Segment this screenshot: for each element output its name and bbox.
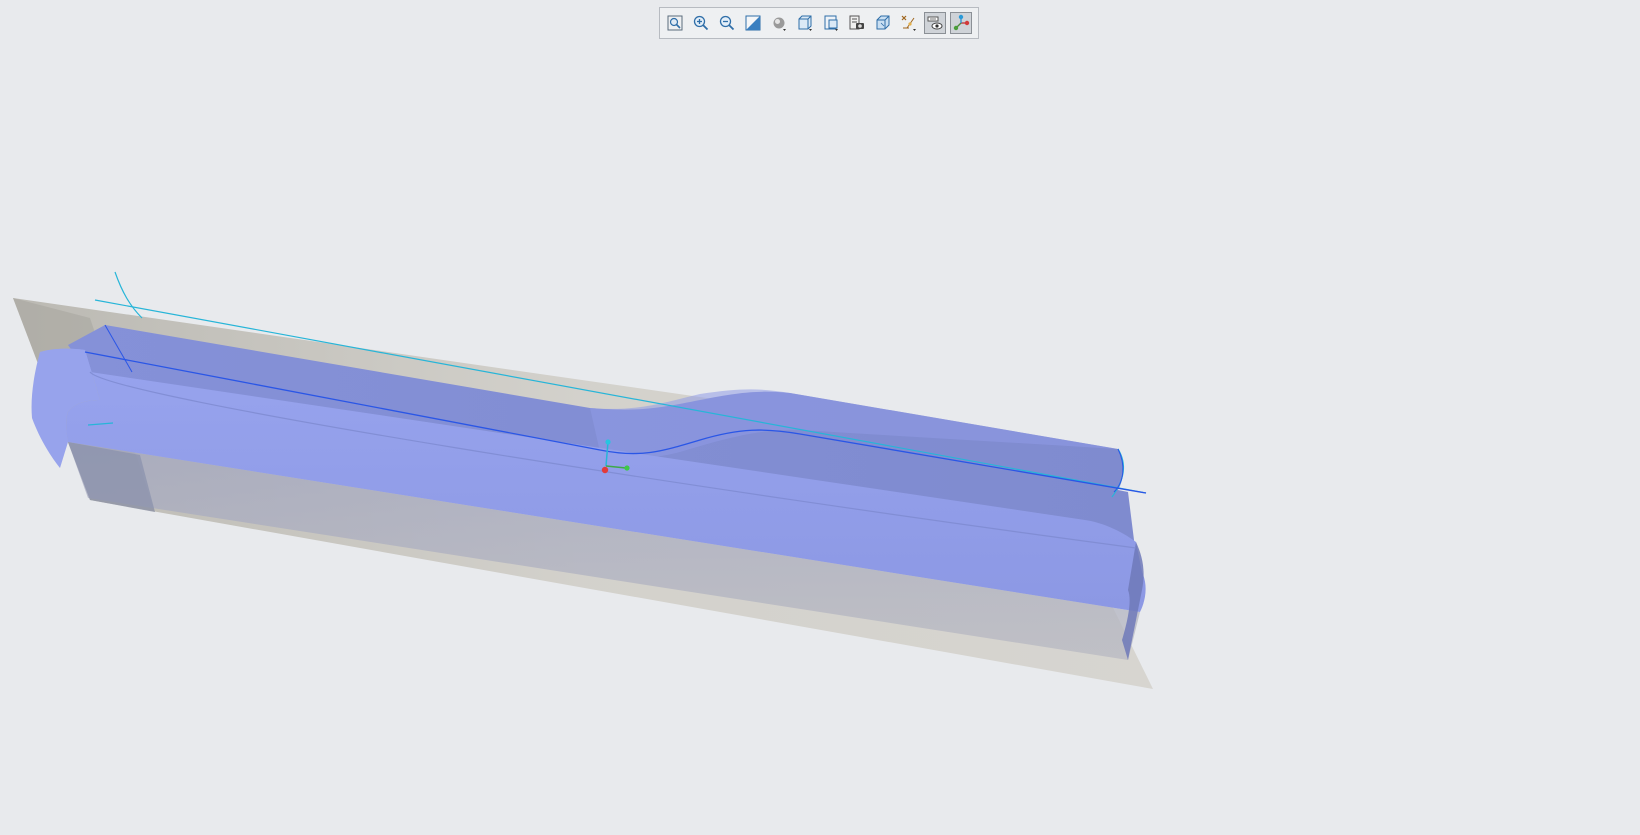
- model-scene[interactable]: [0, 0, 1640, 835]
- graphics-viewport[interactable]: [0, 0, 1640, 835]
- datum-curve-arc-left: [114, 271, 143, 319]
